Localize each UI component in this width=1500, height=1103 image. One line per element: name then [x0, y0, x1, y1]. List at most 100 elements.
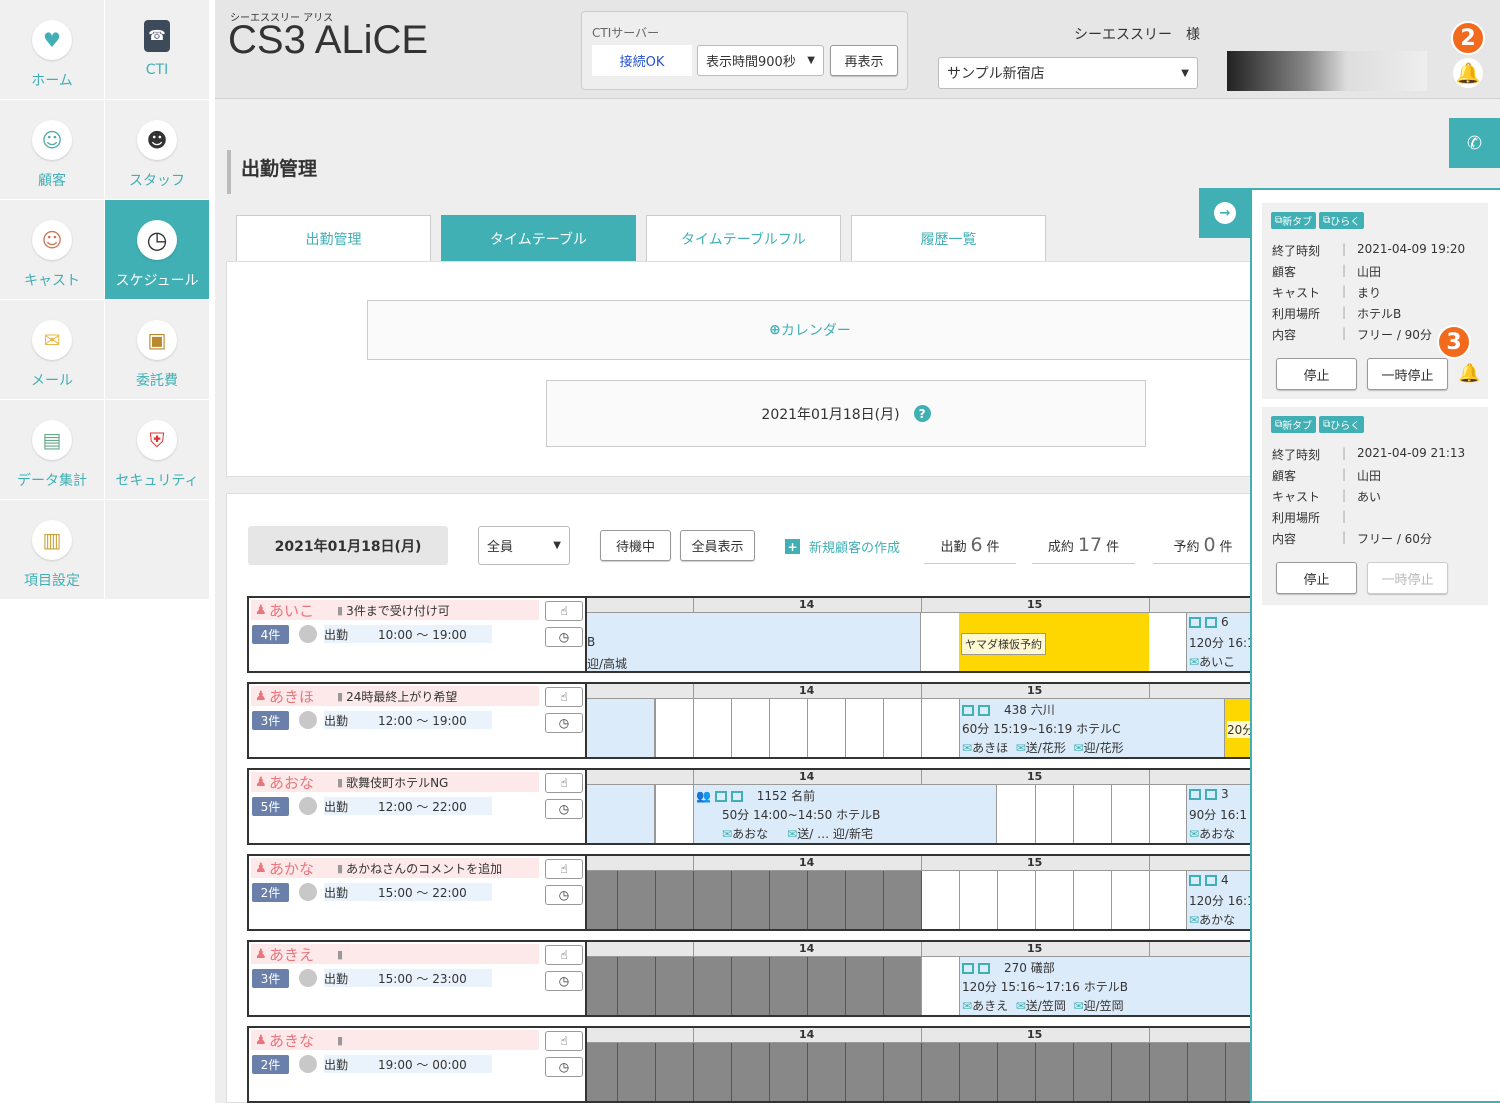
waiting-button[interactable]: 待機中	[600, 530, 671, 561]
nav-security[interactable]: ⛨ セキュリティ	[105, 400, 209, 499]
shift-info: 出勤 15:00 ～ 22:00	[324, 883, 492, 901]
reservation-block[interactable]: B 迎/高城	[587, 613, 921, 671]
reservation-block[interactable]: 4 120分 16:1 ✉あかな	[1186, 871, 1250, 929]
cast-label: キャスト	[1272, 490, 1321, 504]
arrow-right-icon: →	[1214, 202, 1236, 224]
collapse-panel-button[interactable]: →	[1199, 188, 1251, 238]
check-icon[interactable]	[299, 797, 317, 815]
reservation-block[interactable]	[587, 699, 655, 757]
nav-schedule[interactable]: ◷ スケジュール	[105, 200, 209, 299]
block-customer: 1152 名前	[756, 789, 816, 803]
cast-row: キャスト | まり	[1272, 284, 1381, 301]
cast-name[interactable]: あいこ	[269, 600, 337, 621]
sidebar: ♥ ホーム ☎ CTI ☺ 顧客 ☻ スタッフ ☺ キャスト ◷ スケジュール ✉ メール ▣…	[0, 0, 215, 1103]
cast-name[interactable]: あきえ	[269, 944, 337, 965]
pause-button[interactable]: 一時停止	[1367, 358, 1448, 390]
cast-action-button[interactable]: ☝	[545, 1031, 583, 1051]
cast-name-bar: ♟ あきな ▮	[251, 1030, 539, 1050]
cast-comment: 24時最終上がり希望	[346, 689, 458, 704]
new-customer-link[interactable]: + 新規顧客の作成	[785, 537, 900, 556]
cast-action-button[interactable]: ☝	[545, 945, 583, 965]
show-all-button[interactable]: 全員表示	[680, 530, 755, 561]
open-link[interactable]: ⧉ ひらく	[1319, 212, 1365, 229]
bell-icon[interactable]: 🔔	[1453, 58, 1483, 88]
cast-name-bar: ♟ あきえ ▮	[251, 944, 539, 964]
cast-action-button[interactable]: ☝	[545, 773, 583, 793]
clock-button[interactable]: ◷	[545, 713, 583, 733]
nav-staff[interactable]: ☻ スタッフ	[105, 100, 209, 199]
separator: |	[1342, 530, 1347, 544]
cast-action-button[interactable]: ☝	[545, 601, 583, 621]
clock-button[interactable]: ◷	[545, 885, 583, 905]
cast-action-button[interactable]: ☝	[545, 859, 583, 879]
reservation-block[interactable]: 438 六川 60分 15:19~16:19 ホテルC ✉あきほ ✉送/花形 ✉迎/…	[959, 699, 1225, 757]
refresh-button[interactable]: 再表示	[830, 45, 898, 76]
expand-icon	[1189, 875, 1201, 886]
new-tab-link[interactable]: ⧉ 新タブ	[1271, 416, 1317, 433]
store-select[interactable]: サンプル新宿店 ▼	[938, 57, 1198, 89]
reservation-block[interactable]: 6 120分 16:1 ✉あいこ	[1186, 613, 1250, 671]
check-icon[interactable]	[299, 1055, 317, 1073]
date-display[interactable]: 2021年01月18日(月)?	[546, 380, 1146, 447]
block-cast: あいこ	[1199, 655, 1236, 669]
nav-home[interactable]: ♥ ホーム	[0, 0, 104, 99]
cast-name[interactable]: あきな	[269, 1030, 337, 1051]
cast-filter-select[interactable]: 全員 ▼	[478, 526, 570, 565]
cast-name[interactable]: あかな	[269, 858, 337, 879]
nav-data[interactable]: ▤ データ集計	[0, 400, 104, 499]
block-time: 120分 16:1	[1189, 636, 1250, 650]
clock-icon: ◷	[558, 716, 570, 730]
tentative-block[interactable]: 20分	[1225, 699, 1250, 757]
tab-attendance[interactable]: 出勤管理	[236, 215, 431, 261]
clock-button[interactable]: ◷	[545, 971, 583, 991]
nav-cti[interactable]: ☎ CTI	[105, 0, 209, 99]
separator: |	[1342, 326, 1347, 340]
check-icon[interactable]	[299, 625, 317, 643]
shift-status: 出勤	[324, 799, 349, 814]
nav-commission[interactable]: ▣ 委託費	[105, 300, 209, 399]
check-icon[interactable]	[299, 883, 317, 901]
tab-history[interactable]: 履歴一覧	[851, 215, 1046, 261]
help-icon[interactable]: ?	[913, 405, 931, 422]
content-row: 内容 | フリー / 90分	[1272, 326, 1432, 343]
cast-name[interactable]: あおな	[269, 772, 337, 793]
new-tab-link[interactable]: ⧉ 新タブ	[1271, 212, 1317, 229]
reservation-panel: ⧉ 新タブ ⧉ ひらく 終了時刻 | 2021-04-09 19:20 顧客 | 山田 キ…	[1250, 188, 1500, 1103]
reservation-block[interactable]: 270 礒部 120分 15:16~17:16 ホテルB ✉あきえ ✉送/笠岡 ✉迎…	[959, 957, 1250, 1015]
clock-button[interactable]: ◷	[545, 627, 583, 647]
nav-settings[interactable]: ▥ 項目設定	[0, 500, 104, 599]
end-time-label: 終了時刻	[1272, 244, 1321, 258]
separator: |	[1342, 284, 1347, 298]
display-time-select[interactable]: 表示時間900秒 ▼	[697, 45, 824, 76]
calendar-toggle[interactable]: ⊕ カレンダー	[367, 300, 1253, 360]
clock-button[interactable]: ◷	[545, 799, 583, 819]
tab-timetable[interactable]: タイムテーブル	[441, 215, 636, 261]
tentative-block[interactable]: ヤマダ様仮予約	[959, 613, 1149, 671]
nav-cast[interactable]: ☺ キャスト	[0, 200, 104, 299]
reservation-block[interactable]	[587, 785, 655, 843]
open-link[interactable]: ⧉ ひらく	[1319, 416, 1365, 433]
chevron-down-icon: ▼	[807, 55, 815, 66]
phone-panel-toggle[interactable]: ✆	[1449, 118, 1500, 168]
nav-mail[interactable]: ✉ メール	[0, 300, 104, 399]
stop-button[interactable]: 停止	[1276, 358, 1357, 390]
cast-action-button[interactable]: ☝	[545, 687, 583, 707]
stop-button[interactable]: 停止	[1276, 562, 1357, 594]
nav-customer[interactable]: ☺ 顧客	[0, 100, 104, 199]
reservation-block[interactable]: 3 90分 16:1 ✉あおな	[1186, 785, 1250, 843]
attend-stat: 出勤 6 件	[924, 534, 1016, 564]
reservation-block[interactable]: 👥 1152 名前 50分 14:00~14:50 ホテルB ✉あおな ✉送/ … …	[693, 785, 997, 843]
alert-bell-icon[interactable]: 🔔	[1458, 363, 1480, 384]
unavailable-block	[587, 871, 921, 929]
separator: |	[1342, 488, 1347, 502]
tab-timetable-full[interactable]: タイムテーブルフル	[646, 215, 841, 261]
clock-button[interactable]: ◷	[545, 1057, 583, 1077]
hour-header: 14 15	[587, 684, 1250, 699]
cast-name[interactable]: あきほ	[269, 686, 337, 707]
mail-icon: ✉	[722, 827, 733, 841]
cast-filter-value: 全員	[487, 540, 514, 555]
check-icon[interactable]	[299, 969, 317, 987]
person-icon: ♟	[255, 946, 267, 962]
check-icon[interactable]	[299, 711, 317, 729]
timeline: 14 15 B 迎/高城 ヤマダ様仮予約 6 120分 16:1 ✉あいこ	[587, 598, 1250, 671]
